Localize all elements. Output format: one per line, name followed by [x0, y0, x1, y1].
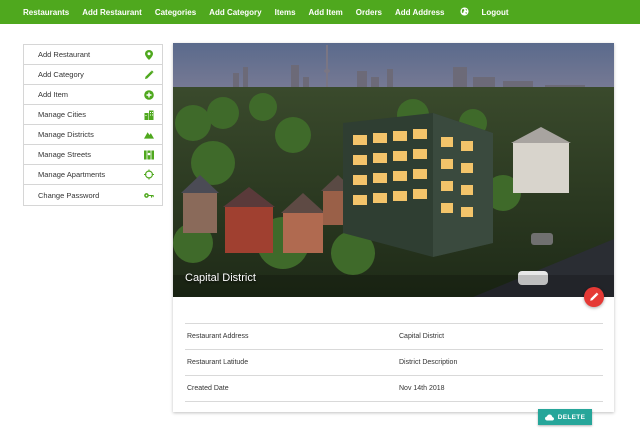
map-pin-icon	[144, 49, 154, 60]
nav-add-category[interactable]: Add Category	[209, 8, 261, 17]
nav-restaurants[interactable]: Restaurants	[23, 8, 69, 17]
restaurant-card: Capital District Restaurant Address Capi…	[173, 43, 614, 412]
row-value: Nov 14th 2018	[399, 385, 445, 392]
sidebar-item-label: Manage Cities	[38, 110, 86, 119]
mountain-icon	[144, 130, 154, 140]
top-nav: Restaurants Add Restaurant Categories Ad…	[0, 0, 640, 24]
nav-add-address[interactable]: Add Address	[395, 8, 445, 17]
sidebar-item-add-category[interactable]: Add Category	[24, 65, 162, 85]
delete-label: DELETE	[557, 413, 586, 421]
cloud-icon	[544, 414, 554, 420]
sidebar-item-change-password[interactable]: Change Password	[24, 185, 162, 205]
nav-add-item[interactable]: Add Item	[309, 8, 343, 17]
city-illustration	[173, 43, 614, 297]
nav-add-restaurant[interactable]: Add Restaurant	[82, 8, 142, 17]
globe-icon[interactable]	[459, 6, 469, 18]
row-label: Created Date	[187, 385, 229, 392]
table-row: Restaurant Latitude District Description	[185, 350, 603, 376]
edit-button[interactable]	[584, 287, 604, 307]
hero-image: Capital District	[173, 43, 614, 297]
delete-button[interactable]: DELETE	[538, 409, 592, 425]
pencil-icon	[144, 69, 154, 80]
key-icon	[144, 190, 154, 200]
row-label: Restaurant Latitude	[187, 359, 249, 366]
sidebar-item-label: Add Category	[38, 70, 84, 79]
sidebar-item-add-restaurant[interactable]: Add Restaurant	[24, 45, 162, 65]
sidebar-item-label: Manage Apartments	[38, 170, 106, 179]
nav-logout[interactable]: Logout	[482, 8, 509, 17]
table-row: Created Date Nov 14th 2018	[185, 376, 603, 402]
pencil-icon	[590, 292, 599, 301]
row-value: Capital District	[399, 333, 445, 340]
sidebar-item-manage-cities[interactable]: Manage Cities	[24, 105, 162, 125]
sidebar-item-label: Add Item	[38, 90, 69, 99]
sidebar: Add Restaurant Add Category Add Item Man…	[23, 44, 163, 206]
nav-items[interactable]: Items	[275, 8, 296, 17]
globe-icon-svg	[459, 6, 469, 16]
sidebar-item-label: Manage Districts	[38, 130, 94, 139]
sidebar-item-add-item[interactable]: Add Item	[24, 85, 162, 105]
map-icon	[144, 150, 154, 160]
nav-categories[interactable]: Categories	[155, 8, 196, 17]
sidebar-item-label: Add Restaurant	[38, 50, 91, 59]
table-row: Restaurant Address Capital District	[185, 324, 603, 350]
buildings-icon	[144, 110, 154, 120]
sidebar-item-manage-districts[interactable]: Manage Districts	[24, 125, 162, 145]
row-label: Restaurant Address	[187, 333, 249, 340]
sidebar-item-manage-apartments[interactable]: Manage Apartments	[24, 165, 162, 185]
details-table: Restaurant Address Capital District Rest…	[185, 323, 603, 402]
crosshair-icon	[144, 169, 154, 180]
sidebar-item-label: Manage Streets	[38, 150, 91, 159]
sidebar-item-label: Change Password	[38, 190, 100, 200]
hero-title: Capital District	[185, 272, 256, 284]
nav-orders[interactable]: Orders	[356, 8, 382, 17]
row-value: District Description	[399, 359, 458, 366]
sidebar-item-manage-streets[interactable]: Manage Streets	[24, 145, 162, 165]
plus-circle-icon	[144, 89, 154, 100]
